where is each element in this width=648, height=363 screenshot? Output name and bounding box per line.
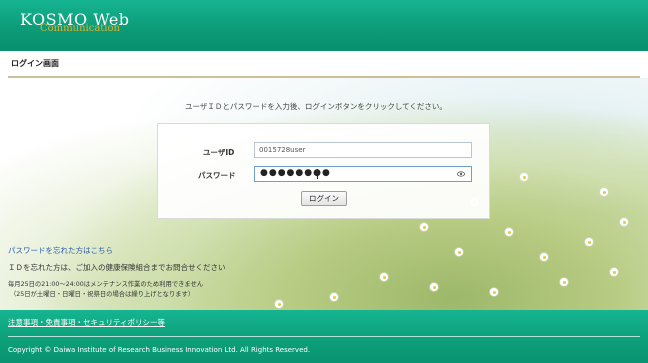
daisy-flower: [275, 300, 283, 308]
daisy-flower: [505, 228, 513, 236]
userid-label: ユーザID: [203, 148, 235, 157]
daisy-flower: [610, 268, 618, 276]
forgot-id-text: ＩＤを忘れた方は、ご加入の健康保険組合までお問合せください: [8, 263, 226, 272]
daisy-flower: [420, 223, 428, 231]
password-mask: ●●●●●●●●: [260, 168, 331, 178]
copyright-text: Copyright © Daiwa Institute of Research …: [8, 346, 311, 354]
daisy-flower: [600, 188, 608, 196]
daisy-flower: [330, 293, 338, 301]
daisy-flower: [380, 273, 388, 281]
page-title: ログイン画面: [11, 59, 59, 68]
daisy-flower: [490, 288, 498, 296]
forgot-password-link[interactable]: パスワードを忘れた方はこちら: [8, 245, 113, 256]
daisy-flower: [585, 238, 593, 246]
daisy-flower: [540, 253, 548, 261]
daisy-flower: [560, 278, 568, 286]
password-label: パスワード: [198, 171, 236, 180]
login-button[interactable]: ログイン: [301, 191, 347, 206]
login-instruction-text: ユーザＩＤとパスワードを入力後、ログインボタンをクリックしてください。: [185, 102, 447, 111]
eye-icon[interactable]: [457, 171, 465, 177]
footer-divider: [8, 336, 640, 337]
kosmo-web-logo: KOSMO Web Communication: [20, 10, 150, 40]
maintenance-notice-note: （25日が土曜日・日曜日・祝祭日の場合は繰り上げとなります）: [10, 291, 195, 298]
footer-bar: 注意事項・免責事項・セキュリティポリシー等 Copyright © Daiwa …: [0, 310, 648, 363]
text-caret: [317, 169, 318, 179]
daisy-flower: [455, 248, 463, 256]
login-form-panel: ユーザID 0015728user パスワード ●●●●●●●● ログイン: [157, 123, 490, 219]
daisy-flower: [430, 283, 438, 291]
header-bar: KOSMO Web Communication: [0, 0, 648, 51]
daisy-flower: [520, 173, 528, 181]
page-title-bar: ログイン画面: [0, 51, 648, 77]
daisy-flower: [620, 218, 628, 226]
maintenance-notice: 毎月25日の21:00～24:00はメンテナンス作業のため利用できません: [8, 281, 204, 288]
userid-input[interactable]: 0015728user: [254, 142, 472, 158]
logo-sub-text: Communication: [40, 23, 120, 34]
policy-link[interactable]: 注意事項・免責事項・セキュリティポリシー等: [8, 317, 165, 328]
password-input[interactable]: ●●●●●●●●: [254, 166, 472, 182]
